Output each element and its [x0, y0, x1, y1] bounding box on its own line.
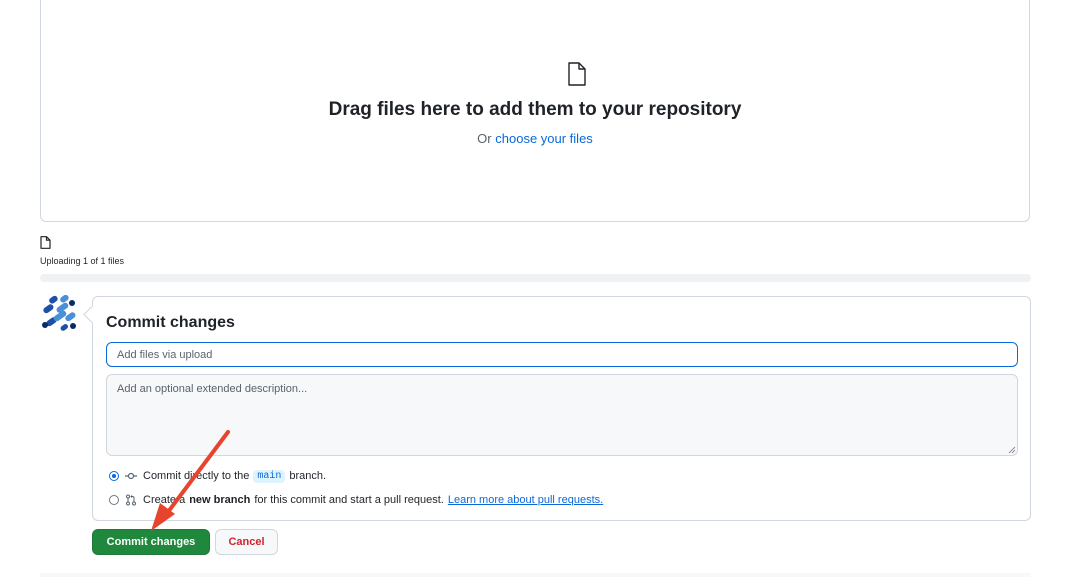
dropzone-subtext: Or choose your files: [41, 131, 1029, 146]
identicon-avatar: [42, 295, 76, 331]
file-icon: [568, 62, 586, 86]
branch-name-badge: main: [253, 469, 286, 483]
git-commit-icon: [125, 472, 137, 480]
upload-status-text: Uploading 1 of 1 files: [40, 256, 125, 266]
resize-handle-icon[interactable]: [1008, 446, 1016, 454]
commit-directly-suffix: branch.: [289, 470, 327, 482]
new-branch-bold: new branch: [189, 494, 251, 506]
commit-directly-radio[interactable]: [109, 471, 119, 481]
commit-form: Commit changes Commit directly to the ma…: [92, 296, 1031, 521]
commit-summary-input[interactable]: [106, 342, 1018, 367]
upload-progress-fill: [40, 274, 1031, 282]
new-branch-prefix: Create a: [143, 494, 186, 506]
new-branch-radio[interactable]: [109, 495, 119, 505]
commit-title: Commit changes: [106, 314, 235, 331]
new-branch-suffix: for this commit and start a pull request…: [254, 494, 444, 506]
commit-description-input[interactable]: [106, 374, 1018, 456]
commit-changes-button[interactable]: Commit changes: [92, 529, 210, 555]
choose-files-link[interactable]: choose your files: [495, 131, 593, 146]
upload-progress-bar: [40, 274, 1031, 282]
learn-more-pull-requests-link[interactable]: Learn more about pull requests.: [448, 494, 603, 506]
new-branch-option[interactable]: Create a new branch for this commit and …: [109, 492, 603, 508]
commit-directly-option[interactable]: Commit directly to the main branch.: [109, 468, 326, 484]
footer-divider: [40, 573, 1031, 577]
or-text: Or: [477, 131, 492, 146]
file-icon: [40, 236, 51, 249]
commit-directly-prefix: Commit directly to the: [143, 470, 250, 482]
dropzone-title: Drag files here to add them to your repo…: [328, 99, 742, 120]
cancel-button[interactable]: Cancel: [215, 529, 278, 555]
git-pull-request-icon: [126, 494, 136, 506]
file-dropzone[interactable]: Drag files here to add them to your repo…: [40, 0, 1030, 222]
